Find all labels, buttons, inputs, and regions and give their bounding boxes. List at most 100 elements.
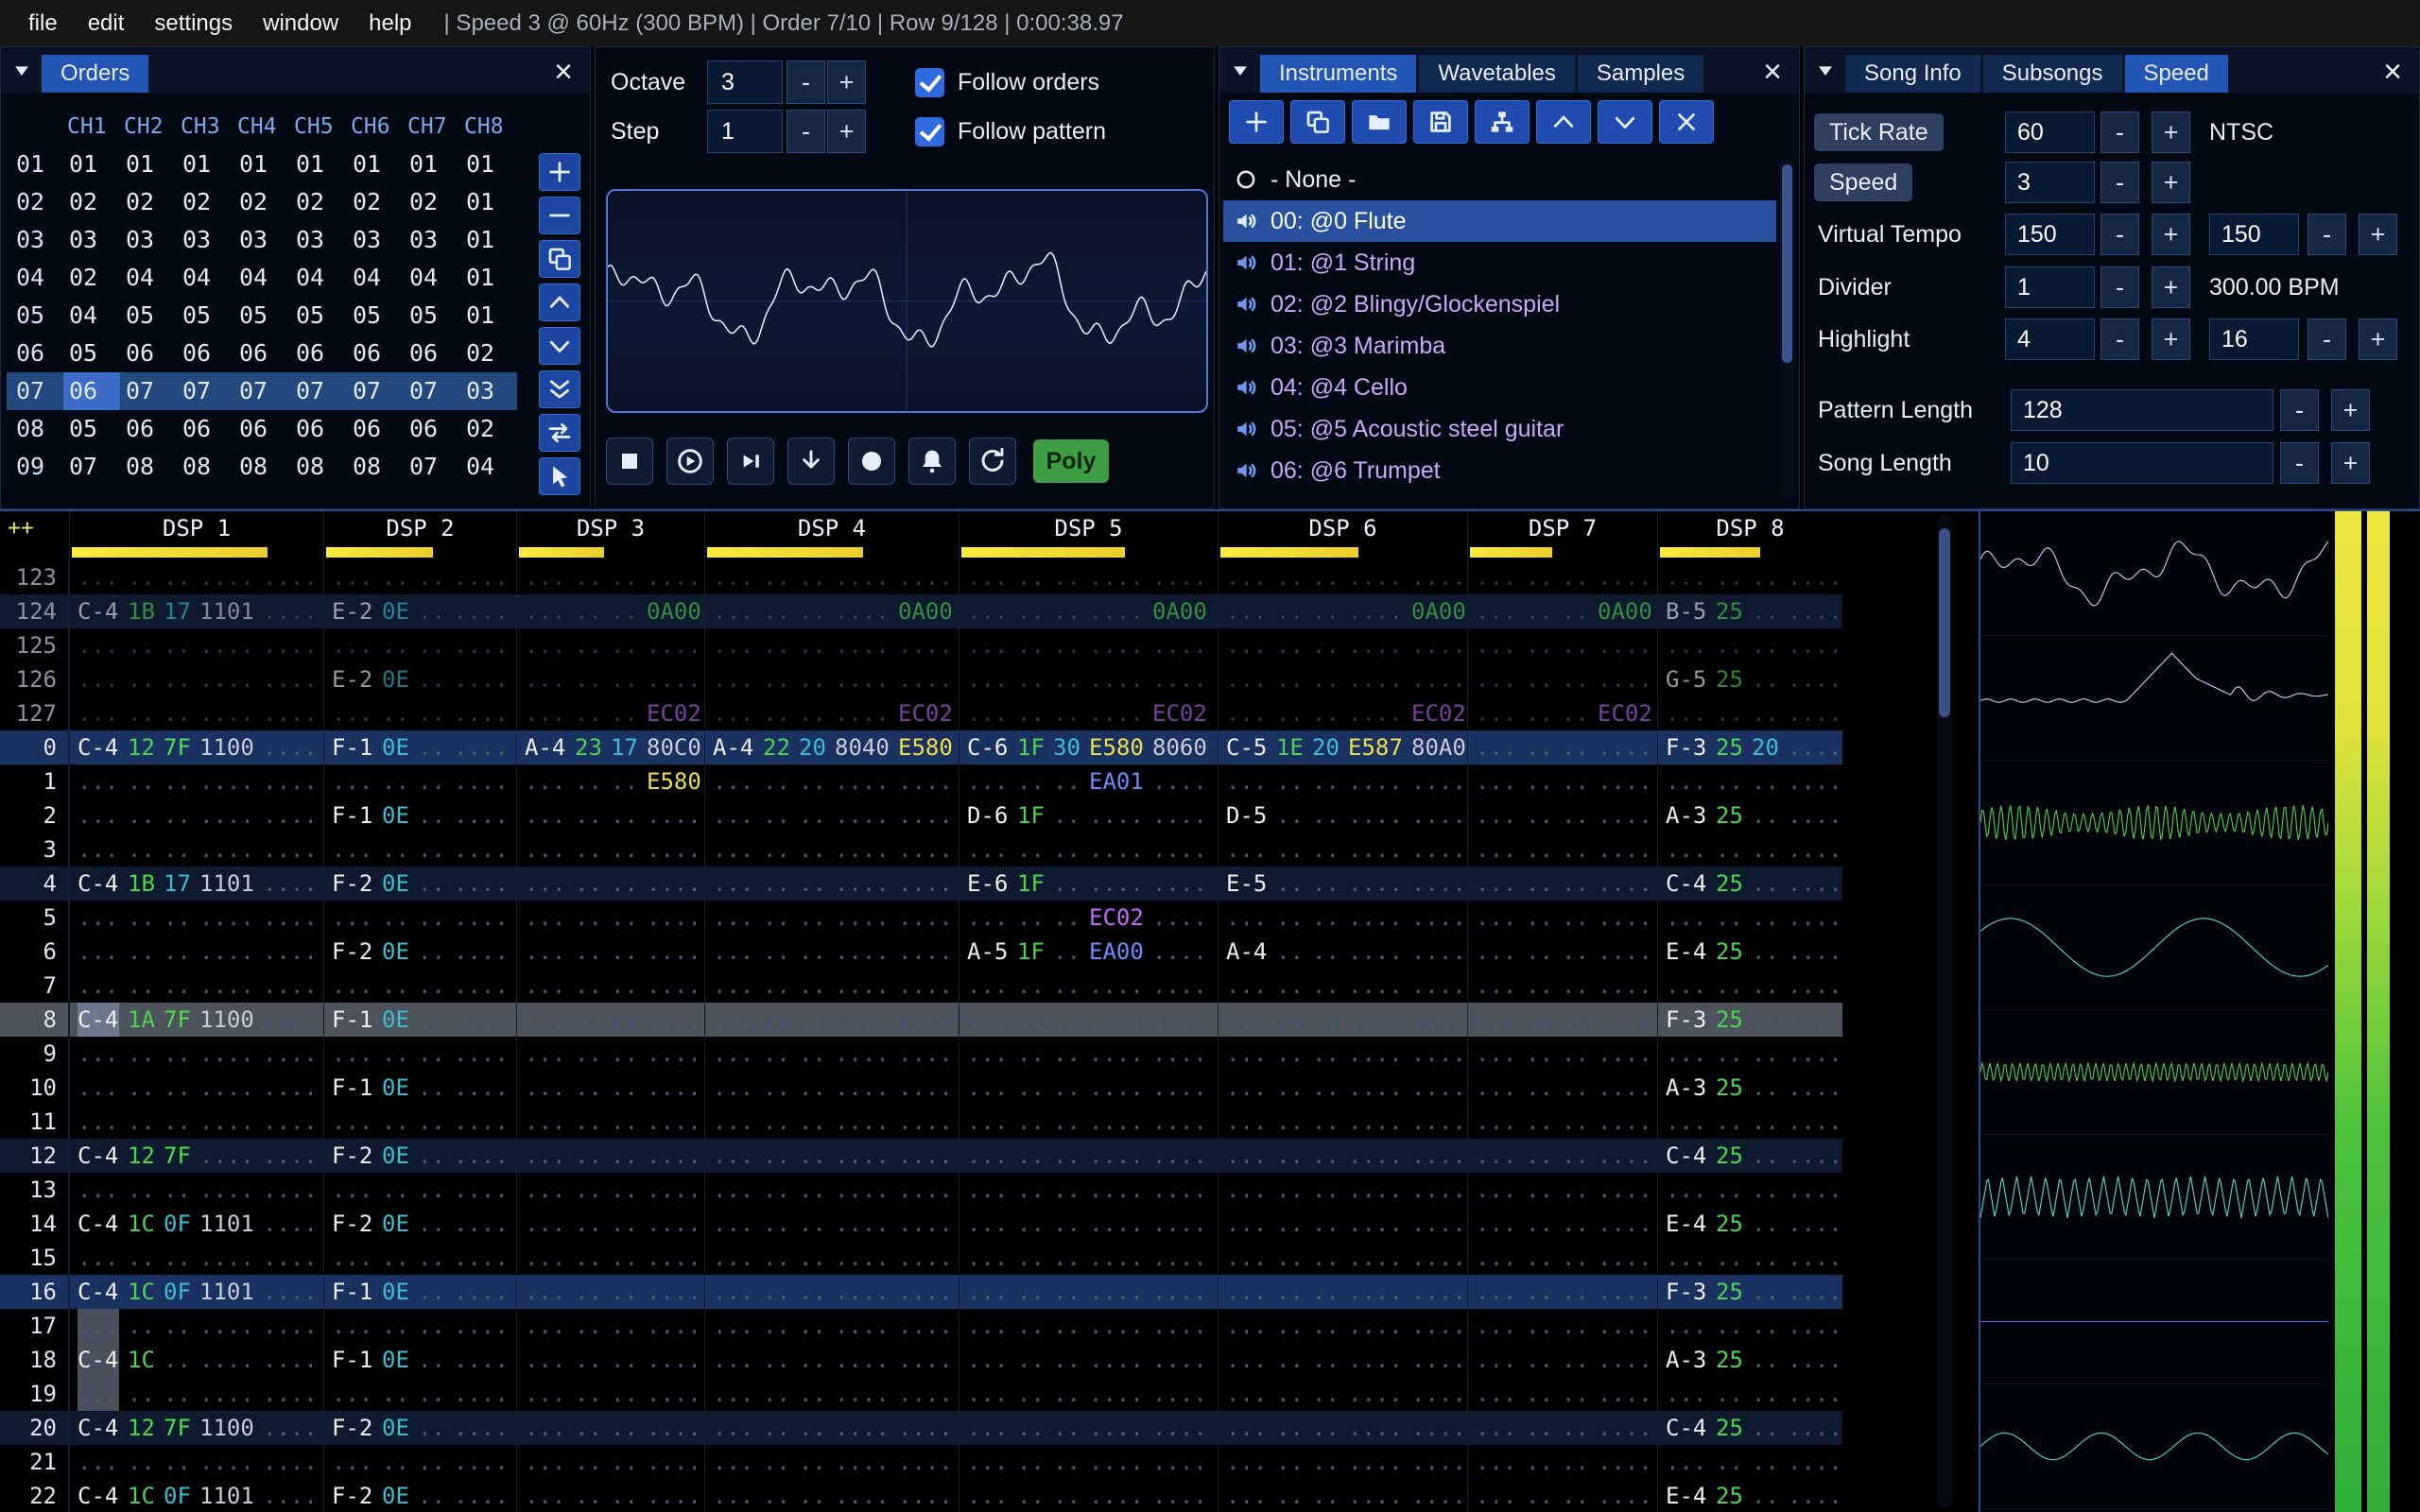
pattern-empty[interactable]: ...	[525, 901, 566, 935]
pattern-empty[interactable]: ...	[1476, 765, 1517, 799]
pattern-empty[interactable]: ..	[1053, 1173, 1080, 1207]
pattern-empty[interactable]: ....	[1152, 1309, 1207, 1343]
pattern-cell[interactable]: ....... EC02	[1467, 696, 1657, 730]
pattern-empty[interactable]: ....	[1411, 662, 1466, 696]
pattern-empty[interactable]: ..	[575, 1003, 602, 1037]
pattern-empty[interactable]: ....	[1089, 1071, 1144, 1105]
pattern-empty[interactable]: ..	[418, 1071, 445, 1105]
pattern-empty[interactable]: ..	[418, 1139, 445, 1173]
pattern-empty[interactable]: ..	[1752, 696, 1779, 730]
pattern-value[interactable]: 7F	[164, 1003, 191, 1037]
pattern-value[interactable]: F-2	[332, 1411, 373, 1445]
pattern-cell[interactable]: ...........	[323, 765, 516, 799]
pattern-empty[interactable]: ..	[1276, 1071, 1304, 1105]
pattern-cell[interactable]: ....... EC02....	[959, 901, 1218, 935]
pattern-empty[interactable]: ...	[713, 1343, 754, 1377]
pattern-value[interactable]: E-2	[332, 594, 373, 628]
divider-increment[interactable]: +	[2152, 266, 2190, 308]
instrument-item[interactable]: 06: @6 Trumpet	[1223, 450, 1776, 491]
pattern-cell[interactable]: ...........	[516, 1343, 704, 1377]
pattern-cell[interactable]: ...........	[516, 799, 704, 833]
pattern-empty[interactable]: ....	[1089, 1037, 1144, 1071]
pattern-value[interactable]: 12	[128, 1411, 155, 1445]
pattern-empty[interactable]: ..	[1017, 1343, 1045, 1377]
pattern-value[interactable]: 1C	[128, 1479, 155, 1512]
pattern-empty[interactable]: ...	[1226, 969, 1268, 1003]
orders-cell[interactable]: 08	[347, 448, 404, 486]
orders-cell[interactable]: 04	[460, 448, 517, 486]
pattern-value[interactable]: 7F	[164, 1411, 191, 1445]
pattern-empty[interactable]: ...	[967, 1037, 1009, 1071]
pattern-empty[interactable]: ...	[713, 1139, 754, 1173]
pattern-empty[interactable]: ...	[967, 1445, 1009, 1479]
pattern-empty[interactable]: ....	[1152, 1139, 1207, 1173]
pattern-empty[interactable]: ....	[1411, 1343, 1466, 1377]
pattern-cell[interactable]: ...............	[1218, 1105, 1467, 1139]
pattern-empty[interactable]: ..	[1526, 765, 1553, 799]
pattern-empty[interactable]: ....	[263, 901, 318, 935]
pattern-empty[interactable]: ..	[164, 1071, 191, 1105]
orders-cell[interactable]: 07	[177, 372, 233, 410]
pattern-empty[interactable]: ...	[1226, 594, 1268, 628]
orders-cell[interactable]: 04	[404, 259, 460, 297]
pattern-value[interactable]: 8060	[1152, 730, 1207, 765]
pattern-empty[interactable]: ..	[611, 1105, 638, 1139]
pattern-empty[interactable]: ....	[898, 662, 953, 696]
pattern-value[interactable]: EC02	[898, 696, 953, 730]
pattern-empty[interactable]: ....	[647, 1479, 701, 1512]
pattern-empty[interactable]: ..	[1276, 628, 1304, 662]
play-button[interactable]	[666, 438, 714, 485]
pattern-empty[interactable]: ....	[199, 1377, 254, 1411]
pattern-row[interactable]: 16 C-4 1C 0F 1101.... F-1 0E..................…	[0, 1275, 1842, 1309]
pattern-empty[interactable]: ...	[1666, 765, 1707, 799]
instrument-move-down-button[interactable]	[1598, 100, 1652, 144]
pattern-empty[interactable]: ....	[1598, 1309, 1652, 1343]
pattern-cell[interactable]: ...............	[704, 1037, 959, 1071]
speed-label[interactable]: Speed	[1814, 163, 1913, 201]
orders-cell[interactable]: 06	[404, 410, 460, 448]
pattern-value[interactable]: 0F	[164, 1207, 191, 1241]
follow-orders-checkbox[interactable]	[915, 67, 944, 97]
pattern-empty[interactable]: ....	[647, 1173, 701, 1207]
speed-decrement[interactable]: -	[2100, 162, 2139, 203]
pattern-cell[interactable]: ...........	[1467, 1071, 1657, 1105]
pattern-empty[interactable]: ..	[1312, 662, 1340, 696]
pattern-empty[interactable]: ..	[763, 1105, 790, 1139]
channel-header[interactable]: DSP 5	[959, 511, 1218, 545]
step-increment[interactable]: +	[827, 110, 866, 153]
pattern-cell[interactable]: ...........	[1657, 901, 1842, 935]
pattern-value[interactable]: C-4	[1666, 1411, 1707, 1445]
highlight-second-input[interactable]: 16	[2209, 318, 2299, 360]
pattern-empty[interactable]: ....	[898, 1377, 953, 1411]
pattern-value[interactable]: 12	[128, 730, 155, 765]
pattern-empty[interactable]: ....	[263, 1309, 318, 1343]
pattern-empty[interactable]: ..	[799, 799, 826, 833]
pattern-empty[interactable]: ..	[1752, 1241, 1779, 1275]
pattern-empty[interactable]: ..	[1526, 594, 1553, 628]
pattern-empty[interactable]: ..	[128, 1173, 155, 1207]
pattern-cell[interactable]: ....... EA01....	[959, 765, 1218, 799]
pattern-cell[interactable]: ...........	[1467, 730, 1657, 765]
pattern-cell[interactable]: ...............	[959, 662, 1218, 696]
pattern-empty[interactable]: ...	[332, 833, 373, 867]
pattern-empty[interactable]: ...	[525, 1275, 566, 1309]
pattern-empty[interactable]: ..	[1526, 1241, 1553, 1275]
pattern-value[interactable]: F-1	[332, 1071, 373, 1105]
pattern-cell[interactable]: ...........	[516, 662, 704, 696]
pattern-cell[interactable]: ...............	[69, 833, 323, 867]
pattern-empty[interactable]: ....	[1089, 867, 1144, 901]
pattern-empty[interactable]: ..	[1752, 1003, 1779, 1037]
pattern-empty[interactable]: ..	[611, 935, 638, 969]
pattern-empty[interactable]: ..	[763, 662, 790, 696]
pattern-cell[interactable]: ...............	[1218, 1139, 1467, 1173]
pattern-empty[interactable]: ..	[763, 1479, 790, 1512]
pattern-row[interactable]: 126............... E-2 0E.................…	[0, 662, 1842, 696]
pattern-empty[interactable]: ....	[454, 1411, 509, 1445]
pattern-empty[interactable]: ....	[263, 1207, 318, 1241]
pattern-empty[interactable]: ..	[1752, 1377, 1779, 1411]
pattern-empty[interactable]: ....	[199, 1105, 254, 1139]
pattern-cell[interactable]: ...............	[704, 833, 959, 867]
pattern-empty[interactable]: ....	[199, 833, 254, 867]
pattern-empty[interactable]: ..	[1053, 1309, 1080, 1343]
pattern-empty[interactable]: ..	[418, 560, 445, 594]
